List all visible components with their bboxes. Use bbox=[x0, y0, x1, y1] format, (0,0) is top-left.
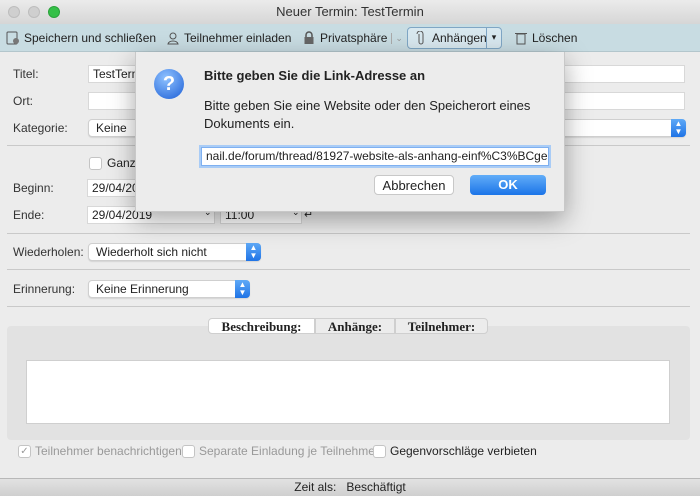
tab-attendees[interactable]: Teilnehmer: bbox=[395, 318, 488, 334]
divider bbox=[7, 306, 690, 307]
checkbox-box[interactable] bbox=[182, 444, 195, 458]
privacy-button[interactable]: Privatsphäre ⌄ bbox=[302, 28, 403, 48]
checkbox-box[interactable] bbox=[89, 156, 102, 170]
paperclip-icon bbox=[416, 31, 424, 45]
save-close-button[interactable]: Speichern und schließen bbox=[6, 28, 156, 48]
location-label: Ort: bbox=[13, 94, 33, 108]
status-bar: Zeit als: Beschäftigt bbox=[0, 478, 700, 496]
separate-invite-checkbox[interactable]: Separate Einladung je Teilnehmer bbox=[182, 444, 379, 458]
title-label: Titel: bbox=[13, 67, 39, 81]
dialog-title: Bitte geben Sie die Link-Adresse an bbox=[204, 68, 426, 83]
invite-attendees-button[interactable]: Teilnehmer einladen bbox=[166, 28, 291, 48]
start-label: Beginn: bbox=[13, 181, 54, 195]
lock-icon bbox=[304, 31, 314, 44]
notify-attendees-checkbox[interactable]: ✓ Teilnehmer benachrichtigen bbox=[18, 444, 182, 458]
title-bar: Neuer Termin: TestTermin bbox=[0, 0, 700, 24]
question-icon: ? bbox=[154, 69, 184, 99]
link-url-input[interactable]: nail.de/forum/thread/81927-website-als-a… bbox=[201, 147, 549, 166]
zoom-window-button[interactable] bbox=[48, 6, 60, 18]
disallow-counter-checkbox[interactable]: Gegenvorschläge verbieten bbox=[373, 444, 537, 458]
checkbox-checked[interactable]: ✓ bbox=[18, 444, 31, 458]
tab-description[interactable]: Beschreibung: bbox=[208, 318, 315, 334]
attach-dropdown-chevron-icon[interactable]: ▾ bbox=[486, 28, 501, 48]
person-icon bbox=[167, 32, 179, 45]
reminder-select[interactable]: Keine Erinnerung ▲ ▼ bbox=[88, 280, 250, 298]
window-title: Neuer Termin: TestTermin bbox=[276, 4, 424, 19]
save-document-icon bbox=[6, 31, 19, 45]
end-label: Ende: bbox=[13, 208, 45, 222]
repeat-label: Wiederholen: bbox=[13, 245, 84, 259]
tab-attachments[interactable]: Anhänge: bbox=[315, 318, 395, 334]
divider bbox=[7, 269, 690, 270]
minimize-window-button[interactable] bbox=[28, 6, 40, 18]
stepper-icon: ▲ ▼ bbox=[235, 280, 250, 298]
reminder-label: Erinnerung: bbox=[13, 282, 76, 296]
busy-status[interactable]: Beschäftigt bbox=[346, 480, 405, 494]
link-address-dialog: ? Bitte geben Sie die Link-Adresse an Bi… bbox=[135, 52, 565, 212]
privacy-dropdown-chevron-icon[interactable]: ⌄ bbox=[391, 32, 403, 44]
trash-icon bbox=[515, 33, 527, 45]
repeat-select[interactable]: Wiederholt sich nicht ▲ ▼ bbox=[88, 243, 261, 261]
category-label: Kategorie: bbox=[13, 121, 68, 135]
attach-button[interactable]: Anhängen ▾ bbox=[407, 27, 502, 49]
toolbar: Speichern und schließen Teilnehmer einla… bbox=[0, 24, 700, 52]
stepper-icon: ▲ ▼ bbox=[246, 243, 261, 261]
cancel-button[interactable]: Abbrechen bbox=[374, 175, 454, 195]
ok-button[interactable]: OK bbox=[470, 175, 546, 195]
close-window-button[interactable] bbox=[8, 6, 20, 18]
description-textarea[interactable] bbox=[26, 360, 670, 424]
stepper-icon: ▲ ▼ bbox=[671, 119, 686, 137]
divider bbox=[7, 233, 690, 234]
checkbox-box[interactable] bbox=[373, 444, 386, 458]
dialog-message: Bitte geben Sie eine Website oder den Sp… bbox=[204, 98, 531, 131]
delete-button[interactable]: Löschen bbox=[514, 28, 577, 48]
